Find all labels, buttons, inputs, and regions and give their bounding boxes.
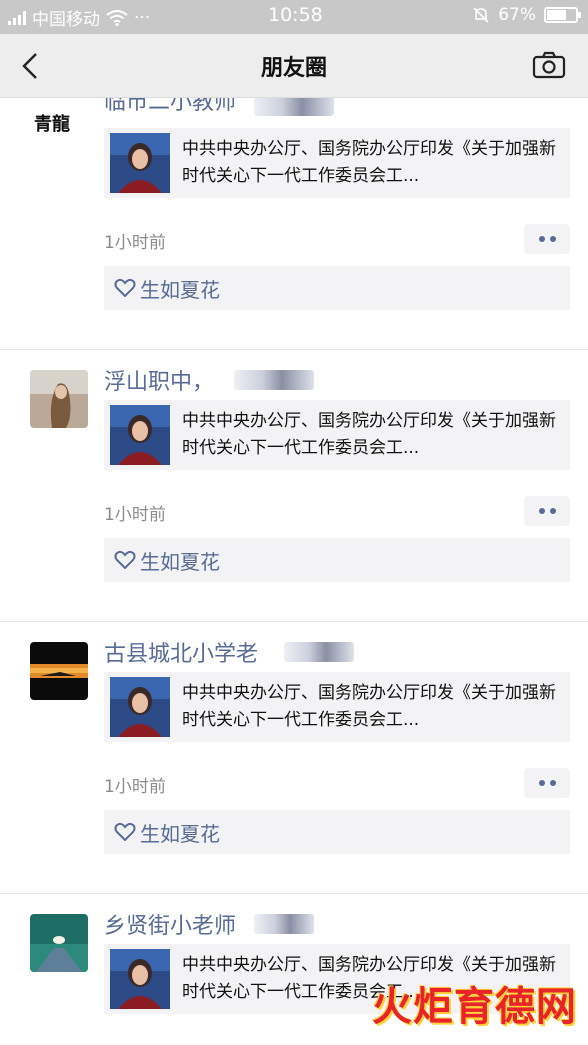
shared-link-title: 中共中央办公厅、国务院办公厅印发《关于加强新时代关心下一代工作委员会工... xyxy=(182,683,556,730)
heart-icon xyxy=(114,550,136,570)
likes-panel: 生如夏花 xyxy=(104,810,570,854)
news-anchor-thumbnail xyxy=(110,133,170,193)
wifi-icon xyxy=(106,9,128,26)
blurred-name xyxy=(254,98,334,116)
moment-item: 浮山职中， 中共中央办公厅、国务院办公厅印发《关于加强新时代关心下一代工作委员会… xyxy=(0,350,588,622)
heart-icon xyxy=(114,278,136,298)
moment-item: 青龍 临市二小教师 中共中央办公厅、国务院办公厅印发《关于加强新时代关心下一代工… xyxy=(0,98,588,350)
news-anchor-thumbnail xyxy=(110,405,170,465)
avatar[interactable] xyxy=(30,642,88,700)
moment-author[interactable]: 古县城北小学老 xyxy=(104,636,258,668)
shared-link-title: 中共中央办公厅、国务院办公厅印发《关于加强新时代关心下一代工作委员会工... xyxy=(182,411,556,458)
page-title: 朋友圈 xyxy=(260,56,327,81)
battery-percent: 67% xyxy=(498,5,536,25)
avatar[interactable] xyxy=(30,914,88,972)
nav-bar: 朋友圈 xyxy=(0,34,588,98)
shared-link-title: 中共中央办公厅、国务院办公厅印发《关于加强新时代关心下一代工作委员会工... xyxy=(182,139,556,186)
shared-link-card[interactable]: 中共中央办公厅、国务院办公厅印发《关于加强新时代关心下一代工作委员会工... xyxy=(104,400,570,470)
more-actions-button[interactable] xyxy=(524,768,570,798)
blurred-name xyxy=(254,914,314,934)
moment-author[interactable]: 临市二小教师 xyxy=(104,98,236,116)
news-anchor-thumbnail xyxy=(110,949,170,1009)
moments-feed[interactable]: 青龍 临市二小教师 中共中央办公厅、国务院办公厅印发《关于加强新时代关心下一代工… xyxy=(0,98,588,1045)
moment-author[interactable]: 乡贤街小老师 xyxy=(104,908,236,940)
post-time: 1小时前 xyxy=(104,505,166,525)
heart-icon xyxy=(114,822,136,842)
liker-name[interactable]: 生如夏花 xyxy=(140,274,220,303)
avatar[interactable]: 青龍 xyxy=(30,98,88,136)
liker-name[interactable]: 生如夏花 xyxy=(140,546,220,575)
carrier-name: 中国移动 xyxy=(32,10,100,30)
post-time: 1小时前 xyxy=(104,233,166,253)
camera-icon[interactable] xyxy=(532,50,566,80)
moment-item: 古县城北小学老 中共中央办公厅、国务院办公厅印发《关于加强新时代关心下一代工作委… xyxy=(0,622,588,894)
shared-link-card[interactable]: 中共中央办公厅、国务院办公厅印发《关于加强新时代关心下一代工作委员会工... xyxy=(104,128,570,198)
avatar[interactable] xyxy=(30,370,88,428)
blurred-name xyxy=(234,370,314,390)
news-anchor-thumbnail xyxy=(110,677,170,737)
post-time: 1小时前 xyxy=(104,777,166,797)
status-bar: 中国移动 ··· 10:58 67% xyxy=(0,0,588,34)
avatar-calligraphy: 青龍 xyxy=(34,113,70,135)
likes-panel: 生如夏花 xyxy=(104,538,570,582)
signal-icon xyxy=(8,10,26,25)
more-actions-button[interactable] xyxy=(524,224,570,254)
watermark-logo: 火炬育德网 xyxy=(372,984,577,1030)
shared-link-card[interactable]: 中共中央办公厅、国务院办公厅印发《关于加强新时代关心下一代工作委员会工... xyxy=(104,672,570,742)
likes-panel: 生如夏花 xyxy=(104,266,570,310)
moment-author[interactable]: 浮山职中， xyxy=(104,364,214,396)
battery-icon xyxy=(544,7,581,23)
more-actions-button[interactable] xyxy=(524,496,570,526)
blurred-name xyxy=(284,642,354,662)
liker-name[interactable]: 生如夏花 xyxy=(140,818,220,847)
status-more: ··· xyxy=(134,7,151,28)
mute-bell-icon xyxy=(473,7,489,23)
status-time: 10:58 xyxy=(268,4,323,26)
